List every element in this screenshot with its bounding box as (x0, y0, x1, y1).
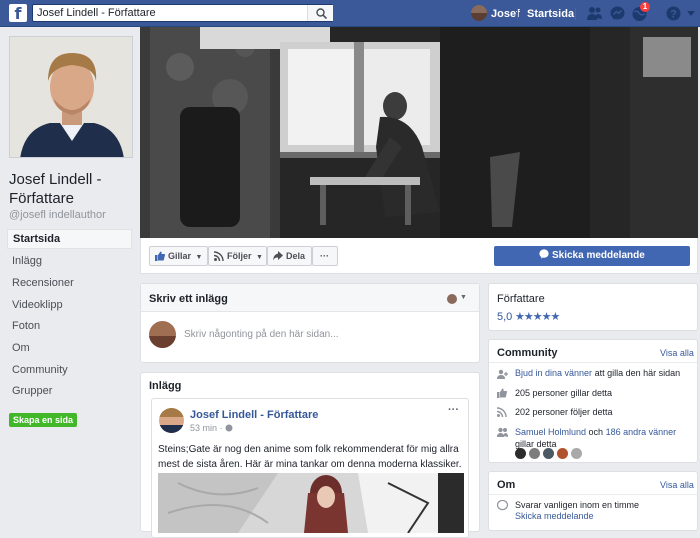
community-card: Community Visa alla Bjud in dina vänner … (488, 339, 698, 463)
page-title[interactable]: Josef Lindell - Författare (9, 170, 134, 208)
sidebar-item-photos[interactable]: Foton (7, 316, 132, 336)
about-send-message-link[interactable]: Skicka meddelande (515, 511, 594, 521)
search-input[interactable] (37, 6, 307, 20)
search-button[interactable] (307, 5, 333, 21)
page-actions-bar: Gillar ▼ Följer ▼ Dela ··· Skicka meddel… (140, 238, 698, 274)
response-time-text: Svarar vanligen inom en timme (515, 500, 640, 510)
friend-avatar[interactable] (557, 448, 568, 459)
divider (489, 494, 697, 495)
post-options-button[interactable]: ··· (448, 404, 459, 416)
post-author-name[interactable]: Josef Lindell - Författare (190, 409, 318, 421)
search-icon (316, 8, 327, 19)
chevron-down-icon: ▼ (256, 254, 263, 261)
cover-photo[interactable] (140, 27, 698, 238)
follow-button[interactable]: Följer ▼ (208, 246, 267, 266)
user-name-link[interactable]: Josef (491, 8, 520, 20)
about-card: Om Visa alla Svarar vanligen inom en tim… (488, 471, 698, 531)
posts-section-title: Inlägg (149, 380, 182, 392)
facebook-logo[interactable]: f (9, 4, 27, 22)
like-button-label: Gillar (168, 251, 192, 261)
posts-card: Inlägg Josef Lindell - Författare 53 min… (140, 372, 480, 538)
send-message-label: Skicka meddelande (551, 250, 645, 261)
sidebar-item-about[interactable]: Om (7, 338, 132, 358)
invite-friends-icon (497, 369, 508, 379)
divider (489, 362, 697, 363)
messenger-icon (497, 500, 508, 511)
sidebar-item-reviews[interactable]: Recensioner (7, 273, 132, 293)
page-category[interactable]: Författare (497, 293, 545, 305)
rating-card: Författare 5,0 ★★★★★ (488, 283, 698, 331)
search-bar (32, 4, 333, 22)
post-author-avatar[interactable] (159, 408, 184, 433)
thumbs-up-icon (497, 388, 507, 398)
other-friends-link[interactable]: 186 andra vänner (606, 427, 677, 437)
chevron-down-icon[interactable]: ▼ (460, 294, 467, 301)
profile-photo-illustration (10, 37, 132, 157)
post-timestamp[interactable]: 53 min · (190, 423, 223, 433)
share-button[interactable]: Dela (267, 246, 312, 266)
invite-friends-rest: att gilla den här sidan (592, 368, 681, 378)
friends-like-text: Samuel Holmlund och 186 andra vänner gill… (515, 426, 695, 450)
friend-avatar[interactable] (543, 448, 554, 459)
page-follows-count[interactable]: 202 personer följer detta (515, 407, 613, 417)
friend-and: och (586, 427, 606, 437)
rss-follow-icon (214, 251, 224, 261)
chevron-down-icon: ▼ (195, 254, 203, 261)
user-avatar[interactable] (471, 5, 487, 21)
friend-requests-icon[interactable] (586, 5, 603, 22)
community-title: Community (497, 347, 558, 359)
cover-photo-illustration (140, 27, 698, 238)
create-page-button[interactable]: Skapa en sida (9, 413, 77, 427)
top-navigation-bar: f Josef Startsida 1 ? (0, 0, 700, 27)
follow-button-label: Följer (227, 251, 252, 261)
about-title: Om (497, 479, 516, 491)
friend-avatar[interactable] (571, 448, 582, 459)
home-link[interactable]: Startsida (527, 8, 574, 20)
friend-name-link[interactable]: Samuel Holmlund (515, 427, 586, 437)
svg-text:?: ? (670, 9, 677, 21)
invite-friends-link[interactable]: Bjud in dina vänner (515, 368, 592, 378)
rating-score: 5,0 (497, 311, 513, 323)
page-likes-count[interactable]: 205 personer gillar detta (515, 388, 612, 398)
post-item: Josef Lindell - Författare 53 min · ··· … (151, 398, 469, 538)
share-arrow-icon (273, 251, 283, 261)
composer-title: Skriv ett inlägg (149, 293, 228, 305)
share-button-label: Dela (286, 251, 306, 261)
friend-avatar[interactable] (515, 448, 526, 459)
post-text: Steins;Gate är nog den anime som folk re… (158, 444, 462, 470)
nav-divider (575, 8, 576, 20)
composer-avatar (149, 321, 176, 348)
page-username[interactable]: @josefl indellauthor (9, 209, 106, 221)
help-icon[interactable]: ? (665, 5, 682, 22)
more-actions-button[interactable]: ··· (312, 246, 338, 266)
messenger-icon[interactable] (609, 5, 626, 22)
messenger-icon (539, 249, 549, 259)
sidebar-item-groups[interactable]: Grupper (7, 381, 132, 401)
nav-divider (517, 8, 518, 20)
invite-friends-text: Bjud in dina vänner att gilla den här si… (515, 368, 680, 378)
community-see-all-link[interactable]: Visa alla (660, 348, 694, 358)
composer-input[interactable]: Skriv någonting på den här sidan... (184, 329, 339, 340)
composer-identity-avatar[interactable] (447, 294, 457, 304)
post-image[interactable] (158, 473, 464, 533)
sidebar-item-home[interactable]: Startsida (7, 229, 132, 249)
like-button[interactable]: Gillar ▼ (149, 246, 208, 266)
about-see-all-link[interactable]: Visa alla (660, 480, 694, 490)
friend-avatar[interactable] (529, 448, 540, 459)
friends-icon (497, 427, 508, 437)
account-menu-caret-icon[interactable] (687, 11, 695, 16)
send-message-button[interactable]: Skicka meddelande (494, 246, 690, 266)
composer-card: Skriv ett inlägg ▼ Skriv någonting på de… (140, 283, 480, 363)
globe-privacy-icon (225, 424, 233, 432)
rating-stars[interactable]: ★★★★★ (515, 310, 560, 323)
profile-picture[interactable] (9, 36, 133, 158)
anime-illustration (158, 473, 464, 533)
sidebar-item-posts[interactable]: Inlägg (7, 251, 132, 271)
rss-follow-icon (497, 407, 507, 417)
sidebar-item-videos[interactable]: Videoklipp (7, 295, 132, 315)
thumbs-up-icon (155, 251, 165, 261)
notification-badge: 1 (640, 2, 650, 12)
sidebar-item-community[interactable]: Community (7, 360, 132, 380)
